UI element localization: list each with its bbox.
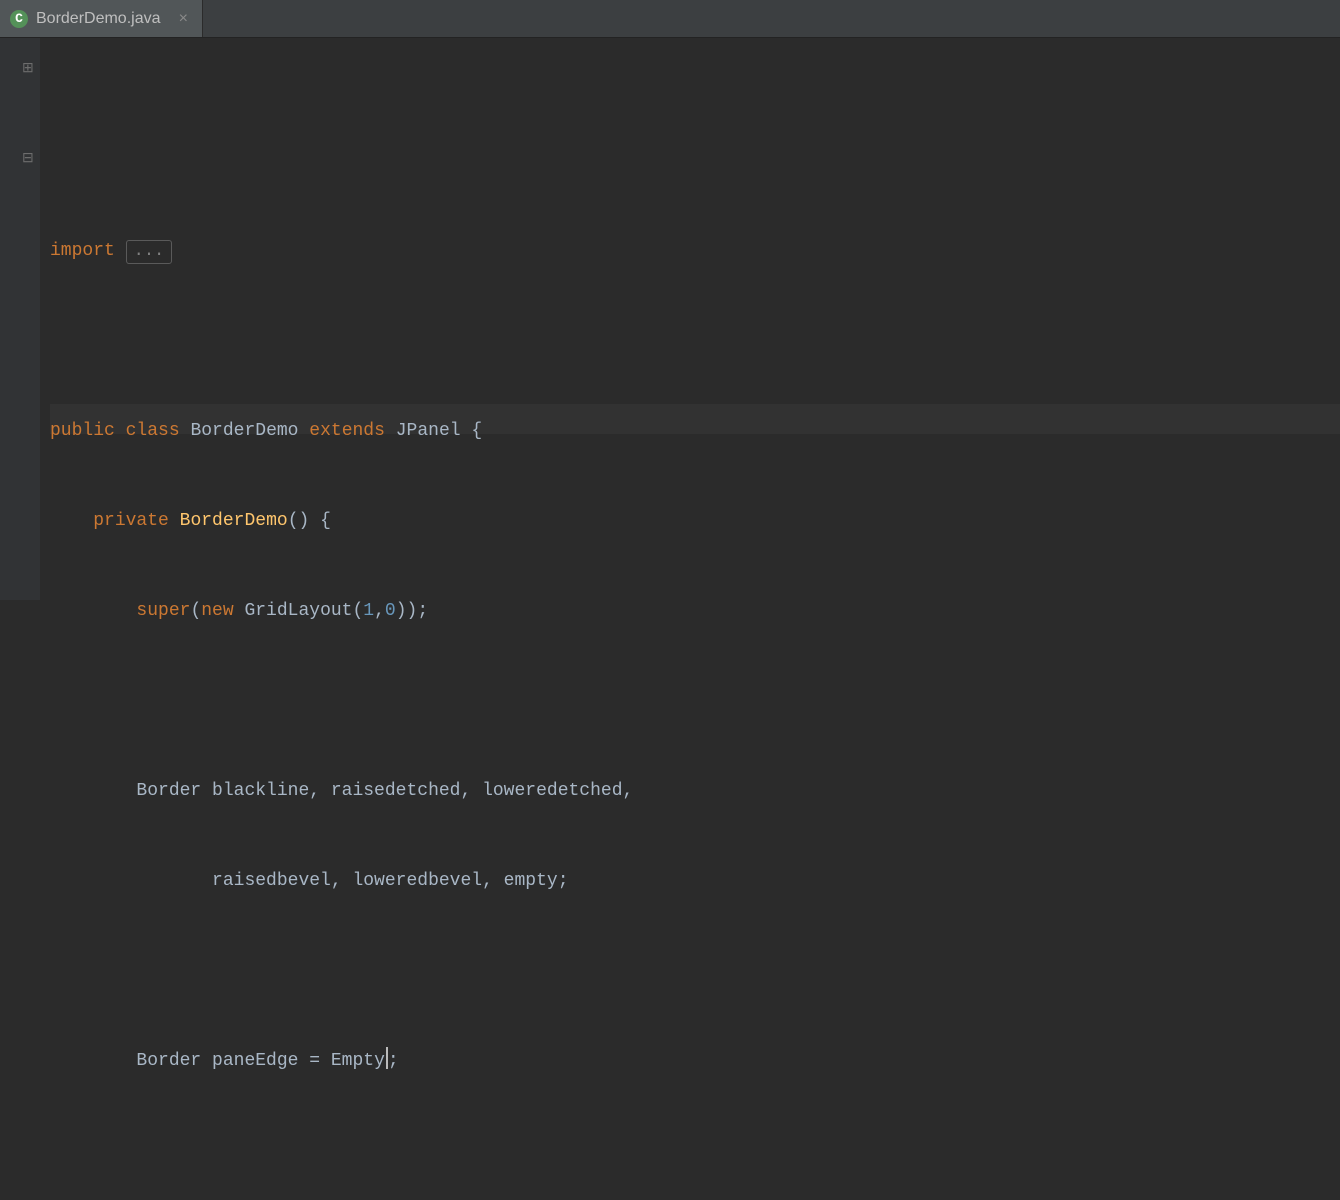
close-tab-icon[interactable]: × (179, 10, 189, 28)
code-line: private BorderDemo() { (50, 506, 1340, 536)
tab-filename: BorderDemo.java (36, 10, 161, 28)
code-line: import ... (50, 236, 1340, 266)
code-line: Border paneEdge = Empty; (50, 1046, 1340, 1076)
gutter[interactable]: ⊞ ⊟ (0, 38, 40, 600)
fold-expand-icon[interactable]: ⊞ (22, 60, 34, 74)
code-line (50, 1136, 1340, 1166)
tab-bar-spacer (203, 0, 1340, 37)
code-line: Border blackline, raisedetched, lowerede… (50, 776, 1340, 806)
editor-area: ⊞ ⊟ import ... public class BorderDemo e… (0, 38, 1340, 600)
code-line (50, 326, 1340, 356)
code-line: super(new GridLayout(1,0)); (50, 596, 1340, 626)
code-editor[interactable]: import ... public class BorderDemo exten… (40, 38, 1340, 600)
java-class-icon: C (10, 10, 28, 28)
fold-collapse-icon[interactable]: ⊟ (22, 150, 34, 164)
tab-bar: C BorderDemo.java × (0, 0, 1340, 38)
folded-region[interactable]: ... (126, 240, 173, 264)
editor-tab[interactable]: C BorderDemo.java × (0, 0, 203, 37)
code-line (50, 686, 1340, 716)
code-line: public class BorderDemo extends JPanel { (50, 416, 1340, 446)
code-line: raisedbevel, loweredbevel, empty; (50, 866, 1340, 896)
code-line (50, 956, 1340, 986)
